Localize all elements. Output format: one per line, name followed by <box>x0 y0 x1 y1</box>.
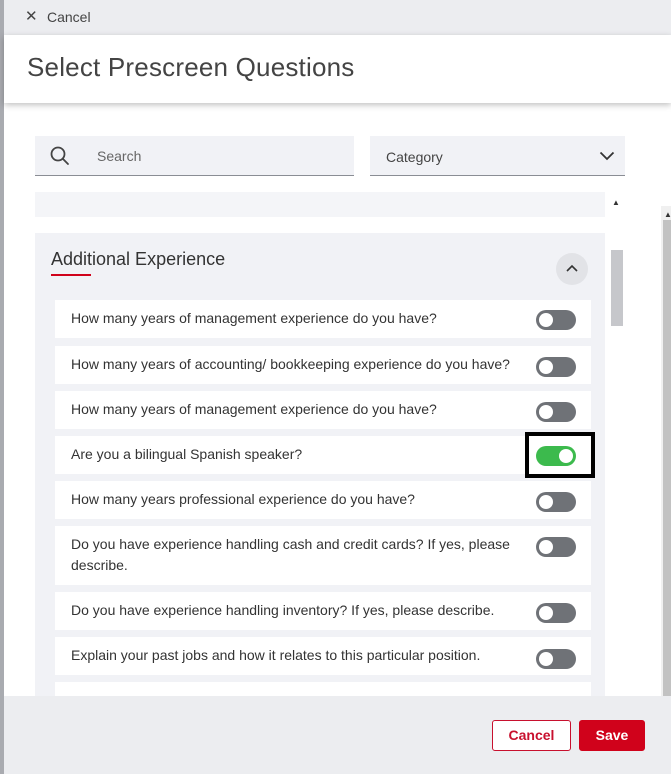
toggle-knob <box>539 495 553 509</box>
collapse-section-button[interactable] <box>556 253 588 285</box>
chevron-up-icon <box>566 264 578 272</box>
search-input[interactable]: Search <box>97 148 141 164</box>
question-row: Are you a bilingual Spanish speaker? <box>55 432 595 478</box>
category-select[interactable]: Category <box>370 136 625 176</box>
toggle-knob <box>539 360 553 374</box>
toggle-knob <box>559 449 573 463</box>
question-row: How many years of management experience … <box>55 391 591 429</box>
question-text: Do you have experience handling cash and… <box>71 536 510 573</box>
top-bar: ✕ Cancel <box>4 0 671 35</box>
close-icon[interactable]: ✕ <box>25 7 38 25</box>
search-field[interactable]: Search <box>35 136 354 176</box>
question-section: Additional Experience How many years of … <box>35 233 605 696</box>
question-text: Do you have experience handling inventor… <box>71 602 495 618</box>
save-button[interactable]: Save <box>579 720 645 751</box>
question-toggle[interactable] <box>536 402 576 422</box>
toggle-knob <box>539 606 553 620</box>
dialog-header: Select Prescreen Questions <box>4 35 671 103</box>
question-row: How many years professional experience d… <box>55 481 591 519</box>
toggle-knob <box>539 540 553 554</box>
question-toggle[interactable] <box>536 310 576 330</box>
list-scrollbar[interactable]: ▲ <box>608 192 624 696</box>
question-row: Do you have experience handling inventor… <box>55 592 591 630</box>
cancel-button[interactable]: Cancel <box>492 720 571 751</box>
question-toggle[interactable] <box>536 537 576 557</box>
toggle-knob <box>539 405 553 419</box>
question-row: How many years of management experience … <box>55 300 591 338</box>
page-title: Select Prescreen Questions <box>27 52 355 82</box>
question-text: How many years of management experience … <box>71 310 437 326</box>
page-scrollbar[interactable]: ▲ ▼ <box>661 206 671 696</box>
toggle-knob <box>539 313 553 327</box>
question-row: How many years of accounting/ bookkeepin… <box>55 346 591 384</box>
top-cancel-link[interactable]: Cancel <box>47 9 91 25</box>
chevron-down-icon <box>599 151 615 161</box>
list-scrollbar-thumb[interactable] <box>611 250 623 326</box>
question-row: Do you have experience handling cash and… <box>55 526 591 585</box>
question-text: Are you a bilingual Spanish speaker? <box>71 446 303 462</box>
question-toggle[interactable] <box>536 603 576 623</box>
question-row <box>55 682 591 696</box>
page-scrollbar-thumb[interactable] <box>663 220 671 696</box>
question-toggle[interactable] <box>536 492 576 512</box>
dialog-footer: Cancel Save <box>4 696 671 774</box>
toggle-knob <box>539 652 553 666</box>
question-text: Explain your past jobs and how it relate… <box>71 647 481 663</box>
section-title-underline <box>51 274 91 276</box>
question-text: How many years of management experience … <box>71 401 437 417</box>
question-toggle[interactable] <box>536 357 576 377</box>
scroll-up-arrow-icon[interactable]: ▲ <box>612 198 620 207</box>
section-title: Additional Experience <box>51 249 226 269</box>
question-toggle[interactable] <box>536 649 576 669</box>
category-label: Category <box>386 149 443 165</box>
dialog-body: Search Category ▲ Additional Experience … <box>4 103 671 696</box>
search-icon <box>50 146 69 165</box>
previous-section-edge <box>35 192 605 217</box>
question-toggle[interactable] <box>536 446 576 466</box>
scroll-up-arrow-icon[interactable]: ▲ <box>664 210 671 219</box>
question-text: How many years of accounting/ bookkeepin… <box>71 356 510 372</box>
question-text: How many years professional experience d… <box>71 491 415 507</box>
question-row: Explain your past jobs and how it relate… <box>55 637 591 675</box>
